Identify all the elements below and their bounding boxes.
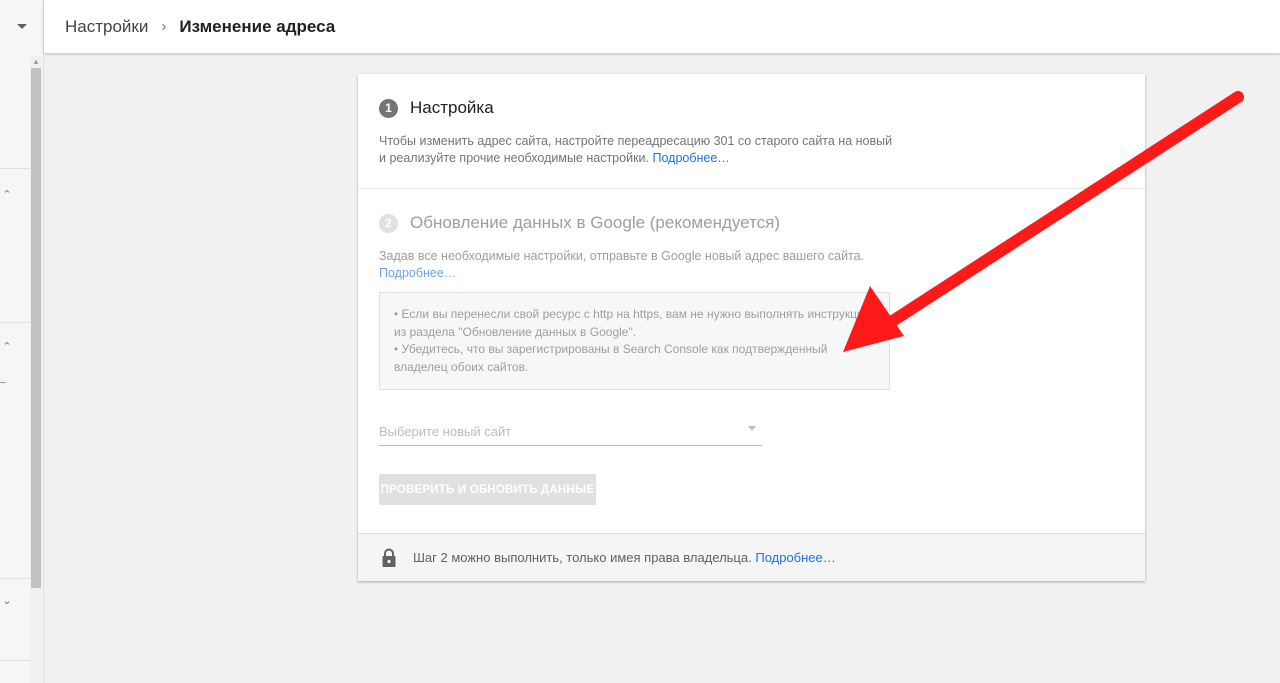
sidebar-divider xyxy=(0,322,30,323)
change-of-address-card: 1 Настройка Чтобы изменить адрес сайта, … xyxy=(358,74,1145,581)
step-2-title: Обновление данных в Google (рекомендуетс… xyxy=(410,213,781,232)
scroll-up-icon[interactable]: ▲ xyxy=(31,57,41,67)
step-2-section: 2 Обновление данных в Google (рекомендуе… xyxy=(379,213,1124,282)
owner-permission-footer: Шаг 2 можно выполнить, только имея права… xyxy=(358,533,1145,581)
footer-learn-more-link[interactable]: Подробнее… xyxy=(755,550,835,565)
select-caret-icon xyxy=(748,426,756,431)
page-title: Изменение адреса xyxy=(179,16,336,36)
new-site-select-placeholder: Выберите новый сайт xyxy=(379,423,512,439)
step-2-description: Задав все необходимые настройки, отправь… xyxy=(379,249,865,280)
step-2-number-badge: 2 xyxy=(379,213,398,233)
validate-and-update-button[interactable]: ПРОВЕРИТЬ И ОБНОВИТЬ ДАННЫЕ xyxy=(379,474,596,505)
lock-icon xyxy=(382,548,396,567)
step-2-learn-more-link[interactable]: Подробнее… xyxy=(379,266,456,280)
sidebar-divider xyxy=(0,578,30,579)
step-1-title: Настройка xyxy=(410,98,494,117)
chevron-up-icon[interactable]: ⌃ xyxy=(0,188,14,201)
breadcrumb-separator-icon: › xyxy=(161,18,167,35)
top-header: Настройки › Изменение адреса xyxy=(44,0,1280,53)
step-1-description: Чтобы изменить адрес сайта, настройте пе… xyxy=(379,134,893,165)
breadcrumb-settings-link[interactable]: Настройки xyxy=(65,17,148,37)
dropdown-caret-icon xyxy=(17,24,27,29)
footer-text: Шаг 2 можно выполнить, только имея права… xyxy=(413,550,752,565)
step-1-number-badge: 1 xyxy=(379,98,398,118)
info-note-box: • Если вы перенесли свой ресурс с http н… xyxy=(379,292,890,390)
sidebar-divider xyxy=(0,660,30,661)
property-dropdown-button[interactable] xyxy=(0,0,44,54)
note-verified-owner: • Убедитесь, что вы зарегистрированы в S… xyxy=(394,342,828,374)
sidebar-dash-marker xyxy=(0,382,6,383)
new-site-select[interactable]: Выберите новый сайт xyxy=(379,417,762,446)
left-sidebar: ▲ ⌃ ⌃ ⌄ xyxy=(0,0,44,683)
step-1-section: 1 Настройка Чтобы изменить адрес сайта, … xyxy=(379,98,1124,167)
note-https: • Если вы перенесли свой ресурс с http н… xyxy=(394,307,871,339)
chevron-up-icon[interactable]: ⌃ xyxy=(0,340,14,353)
sidebar-divider xyxy=(0,168,30,169)
sidebar-scrollbar-thumb[interactable] xyxy=(31,68,41,588)
chevron-down-icon[interactable]: ⌄ xyxy=(0,594,14,607)
step-1-learn-more-link[interactable]: Подробнее… xyxy=(652,151,729,165)
section-divider xyxy=(358,188,1145,189)
